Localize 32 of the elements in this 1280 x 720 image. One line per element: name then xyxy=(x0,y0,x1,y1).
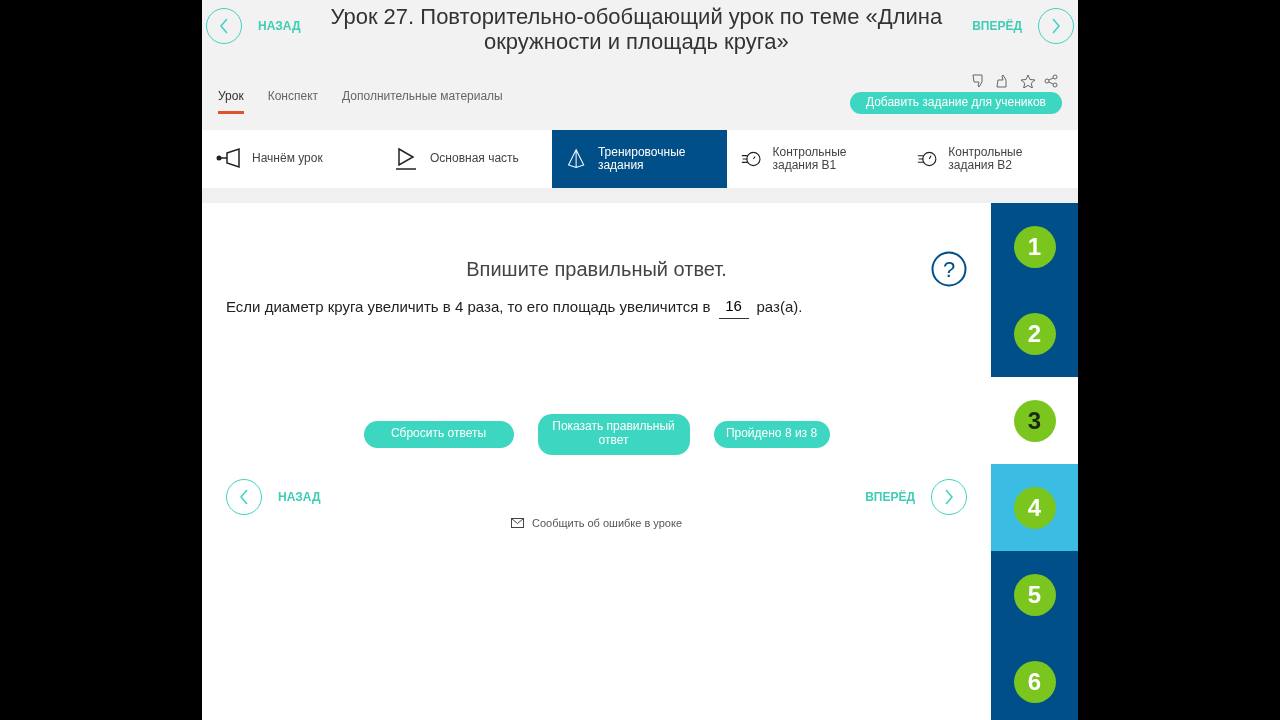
back-link[interactable]: НАЗАД xyxy=(258,17,301,35)
task-number-button[interactable]: 2 xyxy=(1013,312,1056,355)
share-icon[interactable] xyxy=(1044,74,1058,89)
task-number-button[interactable]: 6 xyxy=(1013,660,1056,703)
help-button[interactable]: ? xyxy=(931,251,967,287)
envelope-icon xyxy=(510,517,524,528)
task-number-button[interactable]: 3 xyxy=(1013,399,1056,442)
task-number-button[interactable]: 1 xyxy=(1013,225,1056,268)
tab[interactable]: Дополнительные материалы xyxy=(342,83,503,114)
question-text: раз(а). xyxy=(756,297,803,317)
chevron-right-icon xyxy=(943,487,955,506)
question-text: Если диаметр круга увеличить в 4 раза, то его площадь увеличится в xyxy=(226,297,711,317)
add-task-button[interactable]: Добавить задание для учеников xyxy=(849,92,1062,114)
reset-button[interactable]: Сбросить ответы xyxy=(363,420,514,448)
answer-field[interactable]: 16 xyxy=(718,295,749,319)
lesson-title: Урок 27. Повторительно-обобщающий урок по теме «Длина окружности и площадь круга» xyxy=(329,4,944,55)
forward-link[interactable]: ВПЕРЁД xyxy=(865,487,915,506)
tab[interactable]: Конспект xyxy=(267,83,319,114)
show-answer-button[interactable]: Показать правильный ответ xyxy=(537,413,690,455)
chevron-right-icon xyxy=(1050,17,1062,35)
section-tab[interactable]: Тренировочные задания xyxy=(552,130,727,188)
back-link[interactable]: НАЗАД xyxy=(278,487,321,506)
tab[interactable]: Урок xyxy=(218,83,244,114)
report-error-link[interactable]: Сообщить об ошибке в уроке xyxy=(531,514,682,531)
chevron-left-icon xyxy=(238,487,250,506)
task-number-button[interactable]: 5 xyxy=(1013,573,1056,616)
progress-button[interactable]: Пройдено 8 из 8 xyxy=(713,420,830,448)
task-number-button[interactable]: 4 xyxy=(1013,486,1056,529)
chevron-left-icon xyxy=(218,17,230,35)
instruction-text: Впишите правильный ответ. xyxy=(465,257,728,282)
forward-link[interactable]: ВПЕРЁД xyxy=(972,17,1022,35)
star-icon[interactable] xyxy=(1020,74,1036,89)
